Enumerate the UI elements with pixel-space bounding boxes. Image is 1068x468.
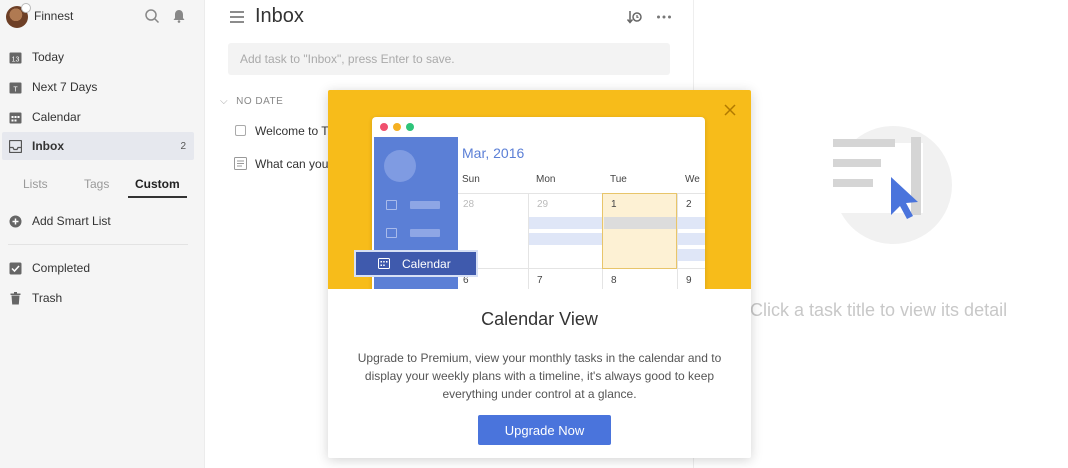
preview-line bbox=[410, 201, 440, 209]
add-smart-list-button[interactable]: Add Smart List bbox=[0, 207, 205, 235]
inbox-count: 2 bbox=[180, 140, 186, 152]
sidebar-item-label: Today bbox=[32, 50, 65, 64]
plus-circle-icon bbox=[9, 215, 22, 227]
modal-title: Calendar View bbox=[481, 309, 598, 329]
sidebar-item-trash[interactable]: Trash bbox=[0, 284, 205, 312]
trash-icon bbox=[10, 291, 21, 304]
preview-calendar-pill: Calendar bbox=[354, 250, 478, 277]
sort-icon[interactable] bbox=[626, 9, 642, 25]
preview-date: 7 bbox=[537, 275, 543, 286]
preview-event-bar bbox=[529, 217, 602, 229]
sidebar-item-label: Calendar bbox=[32, 110, 81, 124]
sidebar-item-label: Trash bbox=[32, 291, 63, 305]
sidebar-item-next-7-days[interactable]: T Next 7 Days bbox=[0, 73, 205, 101]
preview-date: 28 bbox=[463, 199, 475, 210]
sidebar-tabs: Lists Tags Custom bbox=[0, 172, 205, 198]
preview-event-bar bbox=[678, 217, 705, 229]
preview-line bbox=[410, 229, 440, 237]
task-title[interactable]: Welcome to T bbox=[255, 124, 329, 138]
task-title[interactable]: What can you bbox=[255, 157, 328, 171]
window-dot-icon bbox=[380, 123, 388, 131]
premium-upsell-modal: Mar, 2016 Sun Mon Tue We 28 29 1 2 6 7 8… bbox=[328, 90, 751, 458]
profile-name[interactable]: Finnest bbox=[34, 9, 73, 23]
preview-day-header: Mon bbox=[536, 174, 556, 185]
tab-tags[interactable]: Tags bbox=[84, 177, 109, 191]
sidebar-item-completed[interactable]: Completed bbox=[0, 254, 205, 282]
upgrade-now-button[interactable]: Upgrade Now bbox=[478, 415, 611, 445]
preview-event-bar bbox=[604, 217, 676, 229]
calendar-t-icon: T bbox=[9, 82, 22, 93]
chevron-down-icon: ⌵ bbox=[220, 96, 229, 107]
preview-date: 29 bbox=[537, 199, 549, 210]
preview-day-header: Tue bbox=[610, 174, 627, 185]
note-icon[interactable] bbox=[234, 157, 247, 170]
checkbox-icon bbox=[9, 262, 22, 274]
window-dot-icon bbox=[393, 123, 401, 131]
svg-text:13: 13 bbox=[12, 56, 20, 63]
modal-description: Upgrade to Premium, view your monthly ta… bbox=[357, 351, 722, 401]
active-tab-underline bbox=[128, 196, 187, 198]
search-icon[interactable] bbox=[144, 8, 160, 24]
calendar-13-icon: 13 bbox=[9, 52, 22, 63]
page-title: Inbox bbox=[255, 5, 304, 27]
calendar-icon bbox=[378, 258, 390, 269]
calendar-grid-icon bbox=[9, 112, 22, 123]
preview-month: Mar, 2016 bbox=[462, 145, 525, 161]
tab-lists[interactable]: Lists bbox=[23, 177, 48, 191]
task-detail-placeholder-illustration bbox=[833, 126, 952, 244]
preview-inbox-icon bbox=[386, 228, 397, 238]
sidebar-item-label: Next 7 Days bbox=[32, 80, 98, 94]
sidebar-item-label: Inbox bbox=[32, 139, 64, 153]
section-header-no-date[interactable]: ⌵ NO DATE bbox=[220, 96, 283, 107]
preview-date: 1 bbox=[611, 199, 617, 210]
add-task-input[interactable]: Add task to "Inbox", press Enter to save… bbox=[228, 43, 670, 75]
detail-empty-hint: Click a task title to view its detail bbox=[750, 300, 1008, 320]
profile-header: Finnest bbox=[0, 0, 205, 32]
modal-banner: Mar, 2016 Sun Mon Tue We 28 29 1 2 6 7 8… bbox=[328, 90, 751, 289]
preview-event-bar bbox=[678, 233, 705, 245]
hamburger-menu-icon[interactable] bbox=[230, 10, 244, 24]
sidebar-item-inbox[interactable]: Inbox 2 bbox=[2, 132, 194, 160]
avatar[interactable] bbox=[6, 3, 31, 28]
preview-event-bar bbox=[678, 249, 705, 261]
inbox-icon bbox=[9, 139, 22, 153]
add-smart-list-label: Add Smart List bbox=[32, 214, 111, 228]
preview-day-header: Sun bbox=[462, 174, 480, 185]
preview-day-header: We bbox=[685, 174, 700, 185]
close-icon[interactable] bbox=[724, 104, 736, 116]
task-checkbox[interactable] bbox=[235, 125, 246, 136]
preview-avatar bbox=[384, 150, 416, 182]
svg-text:T: T bbox=[13, 86, 18, 93]
preview-calendar: Mar, 2016 Sun Mon Tue We 28 29 1 2 6 7 8… bbox=[458, 137, 705, 289]
sidebar-item-today[interactable]: 13 Today bbox=[0, 43, 205, 71]
preview-pill-label: Calendar bbox=[402, 257, 451, 271]
preview-date: 2 bbox=[686, 199, 692, 210]
sidebar-item-calendar[interactable]: Calendar bbox=[0, 103, 205, 131]
more-options-icon[interactable] bbox=[656, 9, 672, 25]
preview-event-bar bbox=[529, 233, 602, 245]
sidebar-item-label: Completed bbox=[32, 261, 91, 275]
window-dot-icon bbox=[406, 123, 414, 131]
preview-date: 8 bbox=[611, 275, 617, 286]
sidebar-divider bbox=[8, 244, 188, 245]
section-label: NO DATE bbox=[236, 96, 284, 107]
preview-calendar-icon bbox=[386, 200, 397, 210]
preview-date: 9 bbox=[686, 275, 692, 286]
tab-custom[interactable]: Custom bbox=[135, 177, 180, 191]
bell-icon[interactable] bbox=[171, 8, 187, 24]
sidebar: Finnest 13 Today T Next 7 Days Calendar … bbox=[0, 0, 205, 468]
